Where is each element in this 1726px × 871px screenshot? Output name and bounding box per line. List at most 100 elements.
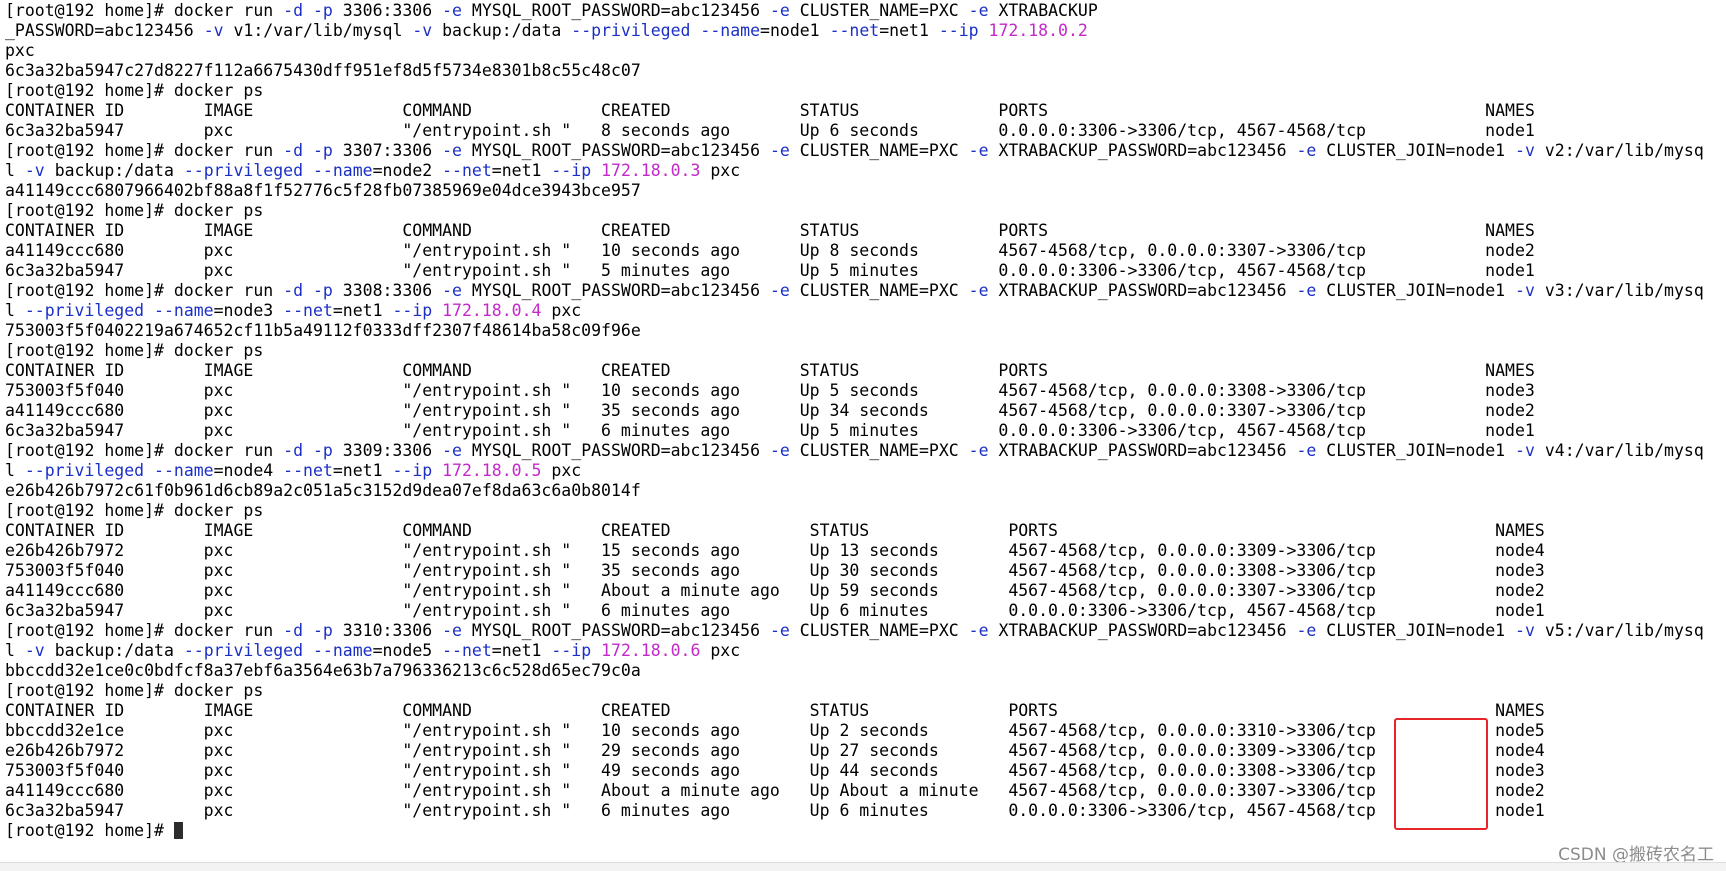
terminal-text: MYSQL_ROOT_PASSWORD=abc123456 (471, 1, 770, 20)
terminal-window[interactable]: [root@192 home]# docker run -d -p 3306:3… (0, 0, 1726, 871)
cli-flag: --net (442, 161, 492, 180)
terminal-line: [root@192 home]# docker run -d -p 3310:3… (5, 621, 1704, 641)
terminal-text: =net1 (491, 161, 552, 180)
cli-flag: -v (412, 21, 443, 40)
cli-flag: --net (283, 301, 333, 320)
terminal-text: backup:/data (442, 21, 572, 40)
terminal-text: 753003f5f040 pxc "/entrypoint.sh " 10 se… (5, 381, 1535, 400)
terminal-line: 753003f5f0402219a674652cf11b5a49112f0333… (5, 321, 1704, 341)
terminal-line: CONTAINER ID IMAGE COMMAND CREATED STATU… (5, 521, 1704, 541)
terminal-text: XTRABACKUP_PASSWORD=abc123456 (998, 621, 1297, 640)
ip-address: 172.18.0.2 (988, 21, 1088, 40)
terminal-text: [root@192 home]# docker run (5, 281, 284, 300)
terminal-text: 753003f5f040 pxc "/entrypoint.sh " 35 se… (5, 561, 1545, 580)
terminal-text: backup:/data (54, 641, 184, 660)
terminal-text: =net1 (879, 21, 939, 40)
text-cursor (173, 822, 183, 839)
terminal-text: 3306:3306 (342, 1, 443, 20)
terminal-line: 753003f5f040 pxc "/entrypoint.sh " 10 se… (5, 381, 1704, 401)
terminal-text: 3308:3306 (342, 281, 443, 300)
terminal-line: [root@192 home]# docker run -d -p 3307:3… (5, 141, 1704, 161)
terminal-text: bbccdd32e1ce0c0bdfcf8a37ebf6a3564e63b7a7… (5, 661, 641, 680)
cli-flag: -e (769, 441, 800, 460)
terminal-text: =net1 (332, 301, 393, 320)
terminal-line: [root@192 home]# docker run -d -p 3309:3… (5, 441, 1704, 461)
cli-flag: -e (769, 1, 800, 20)
terminal-text: v1:/var/lib/mysql (233, 21, 413, 40)
terminal-line: 6c3a32ba5947c27d8227f112a6675430dff951ef… (5, 61, 1704, 81)
cli-flag: -d -p (283, 281, 343, 300)
cli-flag: --net (283, 461, 333, 480)
terminal-line: a41149ccc680 pxc "/entrypoint.sh " 10 se… (5, 241, 1704, 261)
terminal-text: MYSQL_ROOT_PASSWORD=abc123456 (471, 281, 770, 300)
cli-flag: -e (442, 441, 472, 460)
terminal-text: CLUSTER_JOIN=node1 (1326, 621, 1516, 640)
terminal-text: pxc (541, 301, 582, 320)
terminal-line: 6c3a32ba5947 pxc "/entrypoint.sh " 6 min… (5, 601, 1704, 621)
terminal-text: 3309:3306 (342, 441, 443, 460)
cli-flag: -e (442, 281, 472, 300)
cli-flag: -v (24, 641, 55, 660)
terminal-text: l (5, 301, 25, 320)
terminal-text: [root@192 home]# docker ps (5, 681, 264, 700)
terminal-text: a41149ccc680 pxc "/entrypoint.sh " 35 se… (5, 401, 1535, 420)
terminal-text: l (5, 461, 25, 480)
terminal-text: [root@192 home]# docker ps (5, 81, 264, 100)
terminal-line: 753003f5f040 pxc "/entrypoint.sh " 35 se… (5, 561, 1704, 581)
terminal-text: v2:/var/lib/mysq (1544, 141, 1704, 160)
cli-flag: -e (1296, 621, 1327, 640)
cli-flag: -v (203, 21, 234, 40)
terminal-text: =node5 (372, 641, 443, 660)
cli-flag: --privileged --name (24, 461, 214, 480)
terminal-text: XTRABACKUP_PASSWORD=abc123456 (998, 281, 1297, 300)
cli-flag: -e (442, 621, 472, 640)
ip-address: 172.18.0.4 (442, 301, 542, 320)
terminal-line: CONTAINER ID IMAGE COMMAND CREATED STATU… (5, 361, 1704, 381)
cli-flag: -v (1515, 281, 1545, 300)
terminal-text: CLUSTER_NAME=PXC (799, 441, 969, 460)
terminal-line: [root@192 home]# docker run -d -p 3308:3… (5, 281, 1704, 301)
terminal-text: a41149ccc6807966402bf88a8f1f52776c5f28fb… (5, 181, 641, 200)
terminal-text: l (5, 641, 25, 660)
cli-flag: --ip (392, 301, 443, 320)
shell-prompt: [root@192 home]# (5, 821, 174, 840)
terminal-text: [root@192 home]# docker run (5, 141, 284, 160)
terminal-text: 3310:3306 (342, 621, 443, 640)
terminal-text: MYSQL_ROOT_PASSWORD=abc123456 (471, 441, 770, 460)
terminal-line: e26b426b7972 pxc "/entrypoint.sh " 15 se… (5, 541, 1704, 561)
cli-flag: -e (1296, 281, 1327, 300)
terminal-text: 6c3a32ba5947 pxc "/entrypoint.sh " 6 min… (5, 601, 1545, 620)
terminal-line: 6c3a32ba5947 pxc "/entrypoint.sh " 6 min… (5, 421, 1704, 441)
terminal-line: pxc (5, 41, 1704, 61)
cli-flag: -e (968, 141, 999, 160)
terminal-text: pxc (5, 41, 35, 60)
cli-flag: -e (968, 1, 999, 20)
terminal-text: 6c3a32ba5947 pxc "/entrypoint.sh " 5 min… (5, 261, 1535, 280)
cli-flag: -e (968, 441, 999, 460)
terminal-text: [root@192 home]# docker run (5, 621, 284, 640)
cli-flag: --privileged --name (183, 161, 373, 180)
terminal-line: 6c3a32ba5947 pxc "/entrypoint.sh " 8 sec… (5, 121, 1704, 141)
cli-flag: --privileged --name (571, 21, 761, 40)
cli-flag: -d -p (283, 621, 343, 640)
terminal-text: [root@192 home]# docker ps (5, 501, 264, 520)
cli-flag: -d -p (283, 141, 343, 160)
terminal-text: backup:/data (54, 161, 184, 180)
terminal-line: [root@192 home]# docker ps (5, 341, 1704, 361)
cli-flag: -v (1515, 441, 1545, 460)
terminal-text: [root@192 home]# docker run (5, 1, 284, 20)
cli-flag: -d -p (283, 441, 343, 460)
terminal-text: 6c3a32ba5947c27d8227f112a6675430dff951ef… (5, 61, 641, 80)
ip-address: 172.18.0.3 (601, 161, 701, 180)
cli-flag: -e (442, 1, 472, 20)
terminal-line: [root@192 home]# docker ps (5, 81, 1704, 101)
terminal-text: v5:/var/lib/mysq (1544, 621, 1704, 640)
terminal-text: pxc (700, 161, 741, 180)
terminal-text: CONTAINER ID IMAGE COMMAND CREATED STATU… (5, 101, 1535, 120)
terminal-text: 6c3a32ba5947 pxc "/entrypoint.sh " 6 min… (5, 801, 1545, 820)
terminal-text: =node1 (760, 21, 830, 40)
ip-address: 172.18.0.6 (601, 641, 701, 660)
terminal-text: =node2 (372, 161, 443, 180)
terminal-text: =net1 (491, 641, 552, 660)
terminal-line: CONTAINER ID IMAGE COMMAND CREATED STATU… (5, 221, 1704, 241)
